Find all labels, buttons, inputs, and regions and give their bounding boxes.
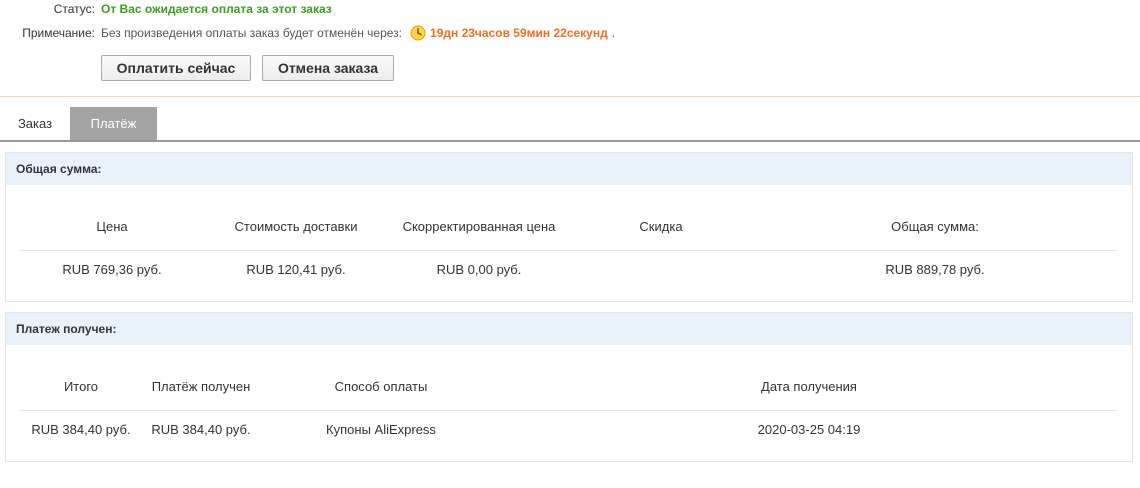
paid-panel-title: Платеж получен: — [6, 313, 1132, 345]
status-row: Статус: От Вас ожидается оплата за этот … — [0, 1, 332, 17]
cell-price: RUB 769,36 руб. — [62, 262, 162, 277]
note-row: Примечание: Без произведения оплаты зака… — [0, 24, 615, 42]
col-header-payment-received: Платёж получен — [151, 379, 251, 394]
col-header-adjusted-price: Скорректированная цена — [402, 219, 556, 234]
clock-icon — [410, 25, 426, 41]
col-header-shipping: Стоимость доставки — [234, 219, 358, 234]
note-text: Без произведения оплаты заказ будет отме… — [101, 26, 403, 40]
order-payment-page: Статус: От Вас ожидается оплата за этот … — [0, 0, 1140, 488]
cell-received-date: 2020-03-25 04:19 — [757, 422, 861, 437]
tab-order[interactable]: Заказ — [0, 107, 70, 140]
cell-total: RUB 889,78 руб. — [885, 262, 985, 277]
countdown-timer: 19дн 23часов 59мин 22секунд — [430, 26, 608, 40]
col-header-price: Цена — [96, 219, 128, 234]
tab-payment[interactable]: Платёж — [70, 107, 157, 140]
cell-payment-received: RUB 384,40 руб. — [151, 422, 251, 437]
col-header-discount: Скидка — [639, 219, 683, 234]
table-header-divider — [20, 410, 1117, 411]
table-header-divider — [20, 250, 1117, 251]
status-value: От Вас ожидается оплата за этот заказ — [101, 2, 332, 16]
pay-now-button[interactable]: Оплатить сейчас — [101, 55, 251, 81]
section-divider — [0, 96, 1140, 97]
cell-adjusted-price: RUB 0,00 руб. — [436, 262, 522, 277]
cell-subtotal: RUB 384,40 руб. — [31, 422, 131, 437]
total-panel-title: Общая сумма: — [6, 153, 1132, 185]
payment-received-panel: Платеж получен: Итого Платёж получен Спо… — [5, 312, 1133, 462]
col-header-total: Общая сумма: — [891, 219, 979, 234]
tab-bar: Заказ Платёж — [0, 107, 1140, 142]
total-amount-panel: Общая сумма: Цена Стоимость доставки Ско… — [5, 152, 1133, 302]
cell-payment-method: Купоны AliExpress — [326, 422, 436, 437]
countdown-trailing: . — [611, 26, 616, 40]
status-label: Статус: — [53, 2, 95, 16]
note-label: Примечание: — [22, 26, 95, 40]
col-header-received-date: Дата получения — [761, 379, 857, 394]
col-header-subtotal: Итого — [63, 379, 99, 394]
cell-shipping: RUB 120,41 руб. — [246, 262, 346, 277]
cancel-order-button[interactable]: Отмена заказа — [262, 55, 394, 81]
col-header-payment-method: Способ оплаты — [334, 379, 428, 394]
